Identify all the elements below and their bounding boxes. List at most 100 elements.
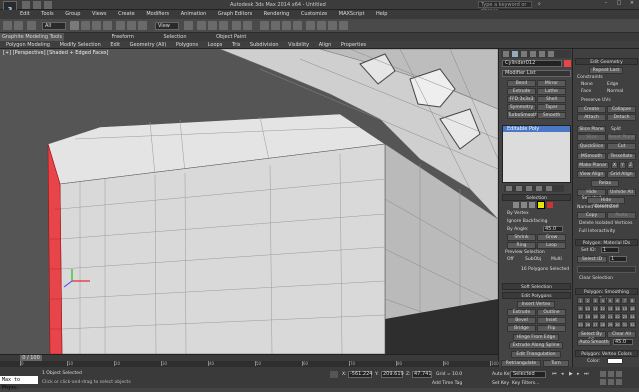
smoothing-group-8[interactable]: 8 <box>628 297 636 304</box>
select-id-spinner[interactable]: 1 <box>609 256 627 262</box>
smoothing-group-12[interactable]: 12 <box>599 305 607 312</box>
percent-snap-icon[interactable] <box>219 21 228 30</box>
search-input[interactable]: Type a keyword or phrase <box>478 1 532 14</box>
save-file-icon[interactable] <box>44 1 52 9</box>
unhide-all-button[interactable]: Unhide All <box>607 189 636 196</box>
soft-selection-rollout[interactable]: Soft Selection <box>502 283 571 290</box>
shell-button[interactable]: Shell <box>537 96 566 103</box>
vertex-color-swatch[interactable] <box>607 358 623 364</box>
clear-selection-checkbox[interactable]: Clear Selection <box>579 276 613 281</box>
menu-rendering[interactable]: Rendering <box>264 10 290 19</box>
create-tab-icon[interactable] <box>503 51 509 57</box>
menu-views[interactable]: Views <box>92 10 106 19</box>
grid-align-button[interactable]: Grid Align <box>607 171 636 178</box>
ribbon-subdivision[interactable]: Subdivision <box>248 41 281 49</box>
preview-off-radio[interactable]: Off <box>507 257 514 262</box>
minimize-icon[interactable]: – <box>600 0 612 9</box>
slice-button[interactable]: Slice <box>577 134 606 141</box>
menu-graph-editors[interactable]: Graph Editors <box>218 10 252 19</box>
smoothing-group-19[interactable]: 19 <box>591 313 599 320</box>
taper-button[interactable]: Taper <box>537 104 566 111</box>
render-frame-icon[interactable] <box>328 21 337 30</box>
object-name-input[interactable]: Cylinder012 <box>502 60 562 67</box>
smoothing-group-32[interactable]: 32 <box>628 321 636 328</box>
inset-button[interactable]: Inset <box>537 317 566 324</box>
ignore-backfacing-checkbox[interactable]: Ignore Backfacing <box>507 219 547 224</box>
menu-maxscript[interactable]: MAXScript <box>339 10 365 19</box>
layer-manager-icon[interactable] <box>260 21 269 30</box>
ribbon-edit[interactable]: Edit <box>108 41 122 49</box>
constraint-face-radio[interactable]: Face <box>581 89 591 94</box>
ribbon-tab-freeform[interactable]: Freeform <box>110 33 136 41</box>
bend-button[interactable]: Bend <box>507 80 536 87</box>
go-to-end-icon[interactable]: ⏭ <box>584 371 589 377</box>
zoom-extents-icon[interactable] <box>616 371 622 377</box>
auto-smooth-button[interactable]: Auto Smooth <box>577 339 611 346</box>
smoothing-groups-rollout[interactable]: Polygon: Smoothing Groups <box>575 288 638 302</box>
schematic-view-icon[interactable] <box>293 21 302 30</box>
constraint-edge-radio[interactable]: Edge <box>607 82 618 87</box>
lathe-button[interactable]: Lathe <box>537 88 566 95</box>
menu-animation[interactable]: Animation <box>181 10 207 19</box>
select-by-sg-button[interactable]: Select By SG <box>577 331 606 343</box>
fov-icon[interactable] <box>600 379 606 385</box>
slice-plane-button[interactable]: Slice Plane <box>577 126 606 133</box>
vertex-colors-rollout[interactable]: Polygon: Vertex Colors <box>575 350 638 357</box>
planar-z-button[interactable]: Z <box>627 162 634 169</box>
hide-selected-button[interactable]: Hide Selected <box>577 189 606 201</box>
curve-editor-icon[interactable] <box>282 21 291 30</box>
smoothing-group-6[interactable]: 6 <box>614 297 621 304</box>
snap-icon[interactable] <box>197 21 206 30</box>
window-crossing-icon[interactable] <box>103 21 112 30</box>
ribbon-geometry-all[interactable]: Geometry (All) <box>128 41 169 49</box>
collapse-button[interactable]: Collapse <box>607 106 636 113</box>
edit-polygons-rollout[interactable]: Edit Polygons <box>502 292 571 299</box>
lock-selection-icon[interactable] <box>330 371 338 378</box>
loop-button[interactable]: Loop <box>537 242 566 249</box>
vertex-mode-icon[interactable] <box>513 202 519 208</box>
render-icon[interactable] <box>339 21 348 30</box>
relax-button[interactable]: Relax <box>591 180 619 187</box>
zoom-all-icon[interactable] <box>608 371 614 377</box>
display-tab-icon[interactable] <box>539 51 545 57</box>
preview-multi-radio[interactable]: Multi <box>551 257 562 262</box>
turbosmooth-button[interactable]: TurboSmooth <box>507 112 538 119</box>
view-align-button[interactable]: View Align <box>577 171 606 178</box>
smoothing-group-20[interactable]: 20 <box>599 313 607 320</box>
preview-subobj-radio[interactable]: SubObj <box>525 257 541 262</box>
smoothing-group-22[interactable]: 22 <box>614 313 621 320</box>
object-color-swatch[interactable] <box>564 60 571 67</box>
paste-button[interactable]: Paste <box>607 212 636 219</box>
orbit-icon[interactable] <box>616 379 622 385</box>
full-interactivity-checkbox[interactable]: Full Interactivity <box>579 229 615 234</box>
angle-snap-icon[interactable] <box>208 21 217 30</box>
ribbon-polygons[interactable]: Polygons <box>174 41 200 49</box>
smoothing-group-16[interactable]: 16 <box>628 305 636 312</box>
border-mode-icon[interactable] <box>529 202 535 208</box>
select-id-button[interactable]: Select ID <box>577 256 607 263</box>
smoothing-group-31[interactable]: 31 <box>621 321 629 328</box>
create-button[interactable]: Create <box>577 106 606 113</box>
pin-stack-icon[interactable] <box>506 186 512 191</box>
stack-item-editable-poly[interactable]: Editable Poly <box>503 126 570 132</box>
smoothing-group-1[interactable]: 1 <box>577 297 584 304</box>
insert-vertex-button[interactable]: Insert Vertex <box>517 301 555 308</box>
modify-tab-icon[interactable] <box>512 51 518 57</box>
search-icon[interactable]: ⌕ <box>538 1 545 8</box>
polygon-mode-icon[interactable] <box>537 201 545 209</box>
viewport-label[interactable]: [+] [Perspective] [Shaded + Edged Faces] <box>3 50 109 56</box>
configure-sets-icon[interactable] <box>546 186 552 191</box>
render-setup-icon[interactable] <box>317 21 326 30</box>
modifier-stack[interactable]: Editable Poly <box>502 125 571 183</box>
ribbon-loops[interactable]: Loops <box>206 41 225 49</box>
preserve-uvs-checkbox[interactable]: Preserve UVs <box>581 98 611 103</box>
ffd-button[interactable]: FFD 3x3x3 <box>507 96 536 103</box>
add-time-tag[interactable]: Add Time Tag <box>432 381 462 386</box>
cut-button[interactable]: Cut <box>607 143 636 150</box>
smoothing-group-15[interactable]: 15 <box>621 305 629 312</box>
undo-icon[interactable] <box>3 21 12 30</box>
set-key-button[interactable]: Set Key <box>492 381 509 386</box>
bridge-button[interactable]: Bridge <box>507 325 536 332</box>
attach-button[interactable]: Attach <box>577 114 606 121</box>
menu-modifiers[interactable]: Modifiers <box>146 10 169 19</box>
